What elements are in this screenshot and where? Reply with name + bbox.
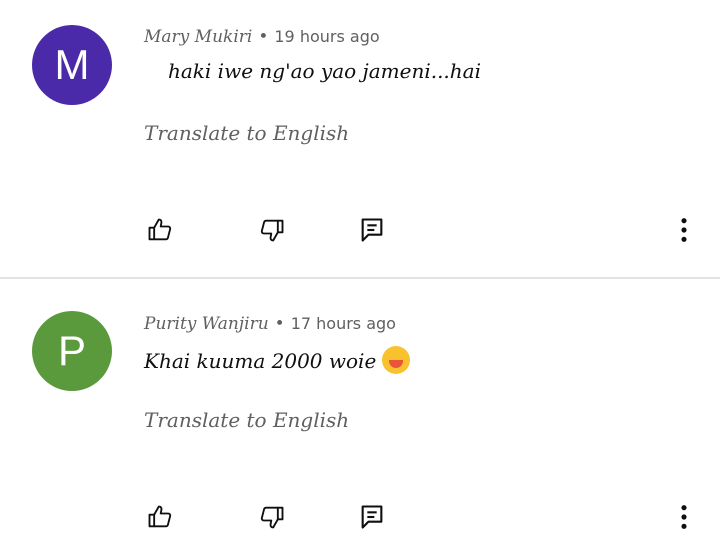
more-options-button[interactable] (668, 214, 700, 246)
comment-time: 19 hours ago (274, 27, 380, 46)
comment-time: 17 hours ago (290, 314, 396, 333)
more-vertical-icon (681, 505, 687, 529)
reply-button[interactable] (356, 214, 388, 246)
reply-button[interactable] (356, 501, 388, 533)
dislike-button[interactable] (256, 501, 288, 533)
comment-item: P Purity Wanjiru • 17 hours ago Khai kuuma… (0, 280, 720, 542)
comment-reply-icon (361, 505, 383, 529)
translate-button[interactable]: Translate to English (144, 408, 349, 432)
avatar-letter: P (57, 327, 86, 374)
divider (0, 277, 720, 279)
more-options-button[interactable] (668, 501, 700, 533)
thumb-up-icon (148, 218, 172, 241)
tired-face-emoji (382, 346, 411, 374)
like-button[interactable] (144, 501, 176, 533)
translate-button[interactable]: Translate to English (144, 121, 349, 145)
comment-text: Khai kuuma 2000 woie (144, 349, 377, 373)
comment-text-line: Khai kuuma 2000 woie (144, 346, 411, 374)
comment-item: M Mary Mukiri • 19 hours ago haki iwe ng'a… (0, 0, 720, 278)
author-name[interactable]: Purity Wanjiru (144, 314, 269, 334)
avatar[interactable]: M (32, 25, 112, 105)
like-button[interactable] (144, 214, 176, 246)
dislike-button[interactable] (256, 214, 288, 246)
avatar[interactable]: P (32, 311, 112, 391)
comment-header: Purity Wanjiru • 17 hours ago (144, 314, 396, 334)
comment-header: Mary Mukiri • 19 hours ago (144, 27, 380, 47)
comment-reply-icon (361, 218, 383, 242)
separator: • (274, 314, 285, 334)
comment-text: haki iwe ng'ao yao jameni...hai (168, 59, 481, 83)
more-vertical-icon (681, 218, 687, 242)
thumb-down-icon (260, 506, 284, 529)
thumb-down-icon (260, 219, 284, 242)
separator: • (258, 27, 269, 47)
thumb-up-icon (148, 505, 172, 528)
author-name[interactable]: Mary Mukiri (144, 27, 252, 47)
avatar-letter: M (54, 41, 90, 88)
